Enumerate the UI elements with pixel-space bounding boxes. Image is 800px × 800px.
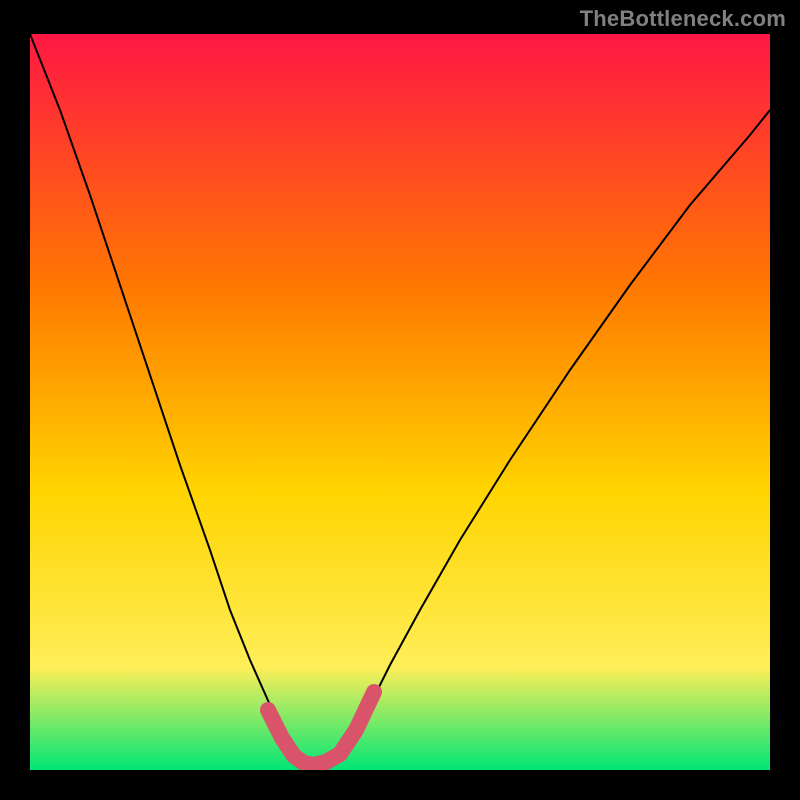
chart-svg (30, 34, 770, 770)
page-root: TheBottleneck.com (0, 0, 800, 800)
chart-area (30, 34, 770, 770)
gradient-background (30, 34, 770, 770)
watermark-text: TheBottleneck.com (580, 6, 786, 32)
